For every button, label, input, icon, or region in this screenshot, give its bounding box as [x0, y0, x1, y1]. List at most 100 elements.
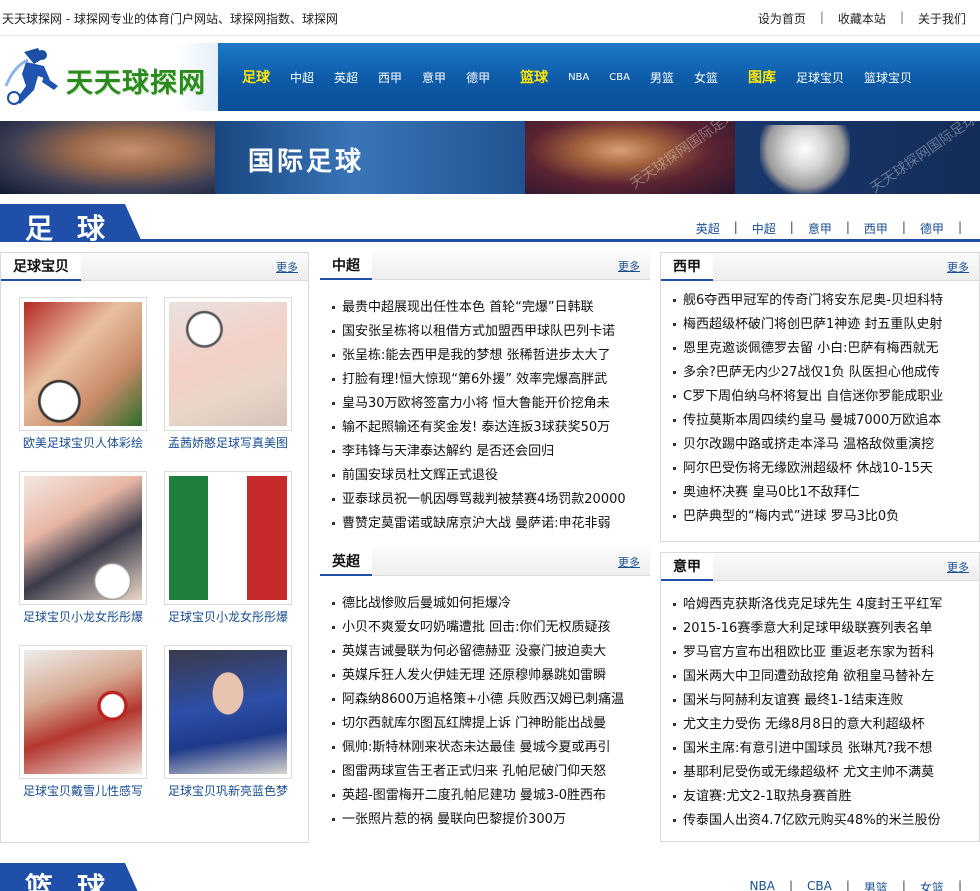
news-title[interactable]: 最贵中超展现出任性本色 首轮“完爆”日韩联 — [342, 300, 594, 315]
news-title[interactable]: 舰6夺西甲冠军的传奇门将安东尼奥-贝坦科特 — [683, 293, 943, 308]
news-title[interactable]: 哈姆西克获斯洛伐克足球先生 4度封王平红军 — [683, 597, 942, 612]
news-item[interactable]: 友谊赛:尤文2-1取热身赛首胜 — [673, 785, 942, 809]
news-title[interactable]: 贝尔改踢中路或挤走本泽马 温格敌傚重演挖 — [683, 437, 934, 452]
news-title[interactable]: 打脸有理!恒大惊现“第6外援” 效率完爆高胖武 — [342, 372, 607, 387]
news-title[interactable]: 奥迪杯决赛 皇马0比1不敌拜仁 — [683, 485, 860, 500]
babe-photo-card[interactable]: 足球宝贝巩新亮蓝色梦 — [164, 645, 292, 805]
photo-caption[interactable]: 足球宝贝小龙女彤彤爆 — [19, 608, 147, 625]
news-item[interactable]: 图雷两球宣告王者正式归来 孔帕尼破门仰天怒 — [332, 760, 624, 784]
news-item[interactable]: 贝尔改踢中路或挤走本泽马 温格敌傚重演挖 — [673, 433, 943, 457]
babe-photo[interactable] — [24, 650, 142, 774]
nav-item-laliga[interactable]: 西甲 — [378, 69, 402, 86]
news-title[interactable]: 切尔西就库尔图瓦红牌提上诉 门神盼能出战曼 — [342, 716, 606, 731]
babe-photo[interactable] — [169, 476, 287, 600]
news-title[interactable]: 罗马官方宣布出租欧比亚 重返老东家为哲科 — [683, 645, 934, 660]
nav-item-cba[interactable]: CBA — [609, 72, 630, 83]
more-link[interactable]: 更多 — [947, 559, 969, 575]
sublink-nba[interactable]: NBA — [750, 879, 775, 891]
nav-item-football[interactable]: 足球 — [242, 67, 270, 87]
news-item[interactable]: 皇马30万欧将签富力小将 恒大鲁能开价挖角未 — [332, 392, 626, 416]
news-item[interactable]: 恩里克邀谈佩德罗去留 小白:巴萨有梅西就无 — [673, 337, 943, 361]
news-title[interactable]: 国米主席:有意引进中国球员 张琳芃?我不想 — [683, 741, 932, 756]
news-title[interactable]: C罗下周伯纳乌杯将复出 自信迷你罗能成职业 — [683, 389, 943, 404]
babe-photo[interactable] — [169, 650, 287, 774]
sublink-mens-basketball[interactable]: 男篮 — [864, 879, 888, 891]
news-item[interactable]: 梅西超级杯破门将创巴萨1神迹 封五重队史射 — [673, 313, 943, 337]
news-title[interactable]: 国安张呈栋将以租借方式加盟西甲球队巴列卡诺 — [342, 324, 615, 339]
news-item[interactable]: 佩帅:斯特林刚来状态未达最佳 曼城今夏或再引 — [332, 736, 624, 760]
about-us-link[interactable]: 关于我们 — [918, 10, 966, 27]
babe-photo[interactable] — [24, 476, 142, 600]
news-title[interactable]: 图雷两球宣告王者正式归来 孔帕尼破门仰天怒 — [342, 764, 606, 779]
news-title[interactable]: 亚泰球员祝一帆因辱骂裁判被禁赛4场罚款20000 — [342, 492, 626, 507]
nav-item-mens-basketball[interactable]: 男篮 — [650, 69, 674, 86]
sublink-womens-basketball[interactable]: 女篮 — [920, 879, 944, 891]
news-title[interactable]: 英媒斥狂人发火伊娃无理 还原穆帅暴跳如雷瞬 — [342, 668, 606, 683]
news-title[interactable]: 张呈栋:能去西甲是我的梦想 张稀哲进步太大了 — [342, 348, 611, 363]
news-item[interactable]: 国米与阿赫利友谊赛 最终1-1结束连败 — [673, 689, 942, 713]
news-item[interactable]: 曹赞定莫雷诺或缺席京沪大战 曼萨诺:申花非弱 — [332, 512, 626, 536]
photo-caption[interactable]: 欧美足球宝贝人体彩绘 — [19, 434, 147, 451]
news-item[interactable]: 罗马官方宣布出租欧比亚 重返老东家为哲科 — [673, 641, 942, 665]
nav-item-basketball-babes[interactable]: 篮球宝贝 — [864, 69, 912, 86]
news-item[interactable]: 奥迪杯决赛 皇马0比1不敌拜仁 — [673, 481, 943, 505]
nav-item-csl[interactable]: 中超 — [290, 69, 314, 86]
babe-photo-card[interactable]: 足球宝贝小龙女彤彤爆 — [164, 471, 292, 631]
news-title[interactable]: 输不起照输还有奖金发! 泰达连扳3球获奖50万 — [342, 420, 610, 435]
news-item[interactable]: 亚泰球员祝一帆因辱骂裁判被禁赛4场罚款20000 — [332, 488, 626, 512]
nav-item-football-babes[interactable]: 足球宝贝 — [796, 69, 844, 86]
news-title[interactable]: 一张照片惹的祸 曼联向巴黎提价300万 — [342, 812, 566, 827]
news-item[interactable]: 切尔西就库尔图瓦红牌提上诉 门神盼能出战曼 — [332, 712, 624, 736]
nav-item-basketball[interactable]: 篮球 — [520, 67, 548, 87]
sublink-seriea[interactable]: 意甲 — [808, 220, 832, 237]
news-item[interactable]: C罗下周伯纳乌杯将复出 自信迷你罗能成职业 — [673, 385, 943, 409]
news-item[interactable]: 英媒斥狂人发火伊娃无理 还原穆帅暴跳如雷瞬 — [332, 664, 624, 688]
news-item[interactable]: 德比战惨败后曼城如何拒爆冷 — [332, 592, 624, 616]
babe-photo[interactable] — [169, 302, 287, 426]
set-homepage-link[interactable]: 设为首页 — [758, 10, 806, 27]
news-title[interactable]: 多余?巴萨无内少27战仅1负 队医担心他成传 — [683, 365, 940, 380]
news-title[interactable]: 基耶利尼受伤或无缘超级杯 尤文主帅不满莫 — [683, 765, 934, 780]
news-item[interactable]: 传拉莫斯本周四续约皇马 曼城7000万欧追本 — [673, 409, 943, 433]
more-link[interactable]: 更多 — [618, 258, 640, 274]
news-item[interactable]: 一张照片惹的祸 曼联向巴黎提价300万 — [332, 808, 624, 832]
news-item[interactable]: 张呈栋:能去西甲是我的梦想 张稀哲进步太大了 — [332, 344, 626, 368]
more-link[interactable]: 更多 — [276, 259, 298, 275]
news-item[interactable]: 传泰国人出资4.7亿欧元购买48%的米兰股份 — [673, 809, 942, 833]
babe-photo-card[interactable]: 足球宝贝小龙女彤彤爆 — [19, 471, 147, 631]
news-item[interactable]: 英超-图雷梅开二度孔帕尼建功 曼城3-0胜西布 — [332, 784, 624, 808]
news-title[interactable]: 尤文主力受伤 无缘8月8日的意大利超级杯 — [683, 717, 925, 732]
news-title[interactable]: 恩里克邀谈佩德罗去留 小白:巴萨有梅西就无 — [683, 341, 939, 356]
photo-caption[interactable]: 足球宝贝小龙女彤彤爆 — [164, 608, 292, 625]
nav-item-bundesliga[interactable]: 德甲 — [466, 69, 490, 86]
babe-photo[interactable] — [24, 302, 142, 426]
news-title[interactable]: 皇马30万欧将签富力小将 恒大鲁能开价挖角未 — [342, 396, 610, 411]
news-item[interactable]: 2015-16赛季意大利足球甲级联赛列表名单 — [673, 617, 942, 641]
news-title[interactable]: 佩帅:斯特林刚来状态未达最佳 曼城今夏或再引 — [342, 740, 611, 755]
babe-photo-card[interactable]: 孟茜娇憨足球写真美图 — [164, 297, 292, 457]
news-item[interactable]: 尤文主力受伤 无缘8月8日的意大利超级杯 — [673, 713, 942, 737]
news-item[interactable]: 国安张呈栋将以租借方式加盟西甲球队巴列卡诺 — [332, 320, 626, 344]
news-item[interactable]: 阿尔巴受伤将无缘欧洲超级杯 休战10-15天 — [673, 457, 943, 481]
news-title[interactable]: 德比战惨败后曼城如何拒爆冷 — [342, 596, 511, 611]
news-title[interactable]: 李玮锋与天津泰达解约 是否还会回归 — [342, 444, 554, 459]
news-title[interactable]: 巴萨典型的“梅内式”进球 罗马3比0负 — [683, 509, 899, 524]
news-title[interactable]: 国米与阿赫利友谊赛 最终1-1结束连败 — [683, 693, 903, 708]
sublink-cba[interactable]: CBA — [807, 879, 832, 891]
news-title[interactable]: 阿森纳8600万追格策+小德 兵败西汉姆已刺痛温 — [342, 692, 624, 707]
photo-caption[interactable]: 孟茜娇憨足球写真美图 — [164, 434, 292, 451]
news-title[interactable]: 英超-图雷梅开二度孔帕尼建功 曼城3-0胜西布 — [342, 788, 606, 803]
photo-caption[interactable]: 足球宝贝巩新亮蓝色梦 — [164, 782, 292, 799]
babe-photo-card[interactable]: 欧美足球宝贝人体彩绘 — [19, 297, 147, 457]
nav-item-gallery[interactable]: 图库 — [748, 67, 776, 87]
news-item[interactable]: 打脸有理!恒大惊现“第6外援” 效率完爆高胖武 — [332, 368, 626, 392]
news-item[interactable]: 阿森纳8600万追格策+小德 兵败西汉姆已刺痛温 — [332, 688, 624, 712]
bookmark-link[interactable]: 收藏本站 — [838, 10, 886, 27]
news-item[interactable]: 国米主席:有意引进中国球员 张琳芃?我不想 — [673, 737, 942, 761]
news-title[interactable]: 梅西超级杯破门将创巴萨1神迹 封五重队史射 — [683, 317, 942, 332]
news-item[interactable]: 巴萨典型的“梅内式”进球 罗马3比0负 — [673, 505, 943, 529]
news-item[interactable]: 舰6夺西甲冠军的传奇门将安东尼奥-贝坦科特 — [673, 289, 943, 313]
news-item[interactable]: 国米两大中卫同遭劲敌挖角 欲租皇马替补左 — [673, 665, 942, 689]
news-title[interactable]: 阿尔巴受伤将无缘欧洲超级杯 休战10-15天 — [683, 461, 933, 476]
nav-item-epl[interactable]: 英超 — [334, 69, 358, 86]
